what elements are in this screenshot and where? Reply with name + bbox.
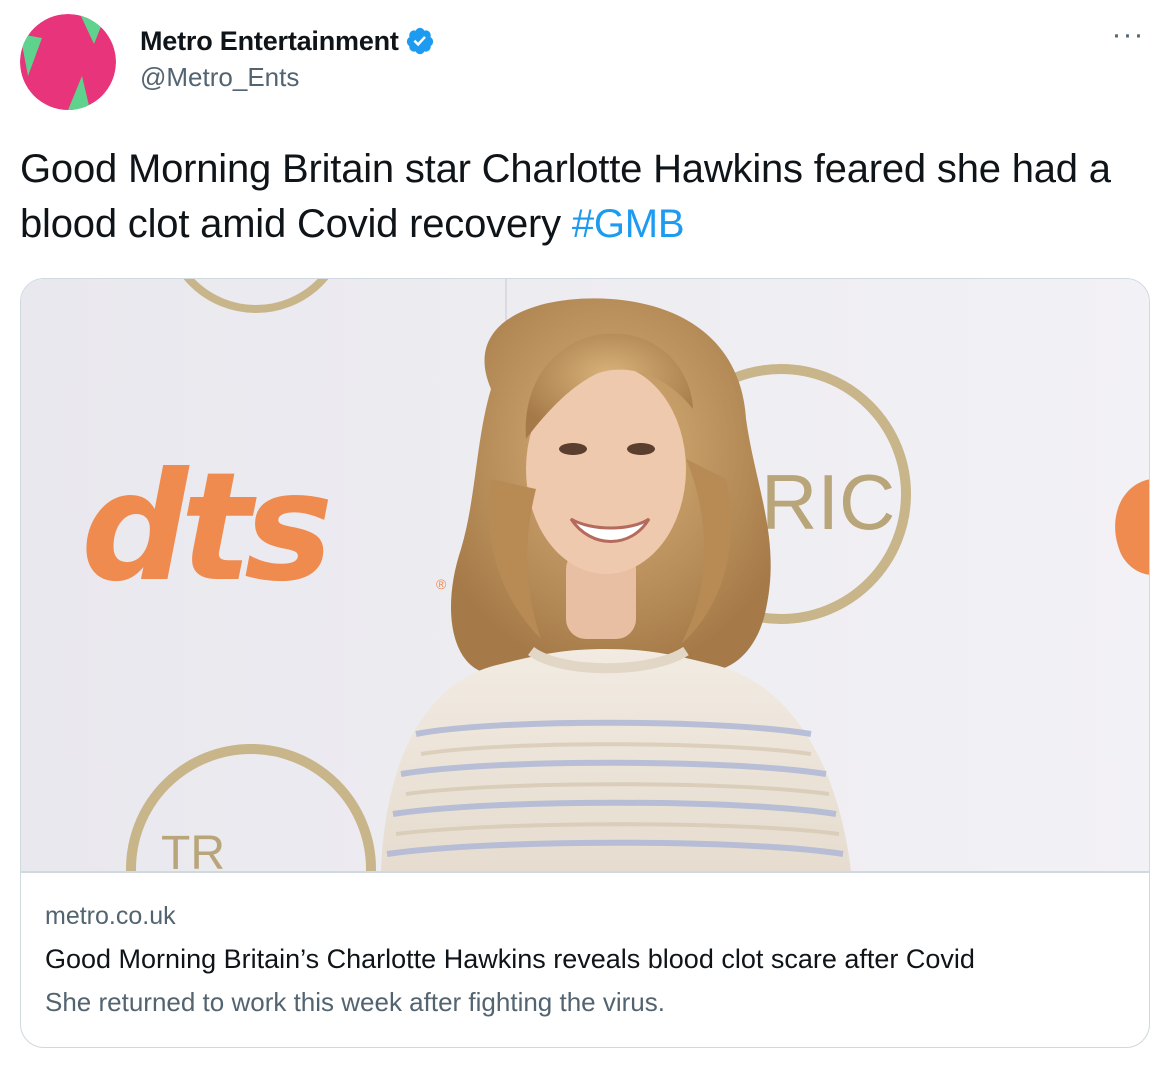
card-description: She returned to work this week after fig… xyxy=(45,987,665,1017)
card-photo: RIC TR dts ® xyxy=(21,279,1149,871)
card-domain: metro.co.uk xyxy=(45,902,176,930)
tweet-text: Good Morning Britain star Charlotte Hawk… xyxy=(20,142,1140,252)
display-name[interactable]: Metro Entertainment xyxy=(140,26,399,57)
link-card[interactable]: RIC TR dts ® metro.co.uk Good Morning Br… xyxy=(20,278,1150,1048)
author-handle[interactable]: @Metro_Ents xyxy=(140,62,299,93)
avatar[interactable] xyxy=(20,14,116,110)
card-image[interactable]: RIC TR dts ® xyxy=(21,279,1149,871)
verified-badge-icon xyxy=(405,26,435,56)
backdrop-ring-text-lower: TR xyxy=(161,827,225,871)
card-divider xyxy=(21,871,1149,873)
tweet[interactable]: Metro Entertainment @Metro_Ents ··· Good… xyxy=(0,0,1170,1068)
backdrop-registered-mark: ® xyxy=(436,576,447,592)
hashtag-link[interactable]: #GMB xyxy=(572,202,685,246)
card-title[interactable]: Good Morning Britain’s Charlotte Hawkins… xyxy=(45,944,975,975)
metro-logo-icon xyxy=(20,14,116,110)
backdrop-ring-text: RIC xyxy=(761,458,895,546)
tweet-body: Good Morning Britain star Charlotte Hawk… xyxy=(20,147,1111,246)
backdrop-dts-logo: dts xyxy=(81,441,329,615)
author-name-row[interactable]: Metro Entertainment xyxy=(140,22,435,60)
more-horizontal-icon[interactable]: ··· xyxy=(1106,20,1150,50)
